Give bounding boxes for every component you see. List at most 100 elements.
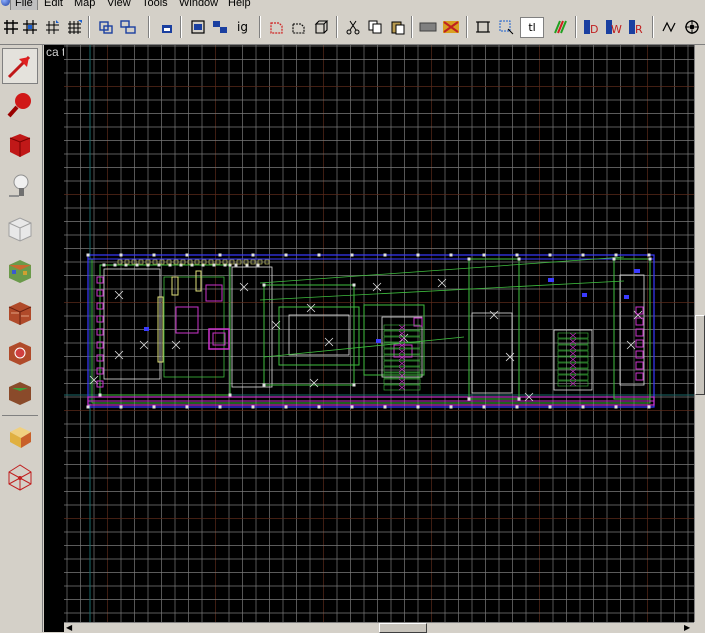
run-icon[interactable]: W (604, 17, 623, 36)
compile-icon[interactable] (551, 17, 570, 36)
menu-tools[interactable]: Tools (138, 0, 172, 10)
vertex-handle (228, 393, 232, 397)
cut-icon[interactable] (343, 17, 362, 36)
vertex-handle (449, 405, 453, 409)
vertex-handle (152, 405, 156, 409)
tool-palette (0, 45, 43, 632)
toolbar-separator (148, 16, 150, 38)
prop-box (635, 339, 644, 348)
stair-brushes (383, 324, 589, 391)
group-icon[interactable] (118, 17, 137, 36)
vertex-tool-icon[interactable] (2, 419, 38, 455)
menu-file[interactable]: File (10, 0, 38, 10)
vertex-handle (218, 405, 222, 409)
vertical-scroll-thumb[interactable] (695, 315, 705, 395)
toolbar-separator (575, 16, 577, 38)
main-toolbar: ig tl D W R (0, 10, 705, 45)
vertex-handle (185, 405, 189, 409)
brush-center-mark (489, 310, 499, 320)
prop-box (635, 361, 644, 370)
copy-icon[interactable] (365, 17, 384, 36)
toolbar-separator (180, 16, 182, 38)
grid-3d-icon[interactable] (20, 17, 39, 36)
menu-bar: File Edit Map View Tools Window Help (0, 0, 705, 10)
ignore-groups-icon[interactable]: ig (233, 17, 252, 36)
map-brushes (87, 254, 655, 408)
svg-text:D: D (590, 23, 598, 35)
texture-app-tool-icon[interactable] (2, 253, 38, 289)
vertex-handle (86, 253, 90, 257)
block-tool-icon[interactable] (2, 211, 38, 247)
magnify-tool-icon[interactable] (2, 87, 38, 123)
settings-icon[interactable] (682, 17, 701, 36)
texture-app-icon[interactable] (441, 17, 460, 36)
toggle-bounds-icon[interactable] (473, 17, 492, 36)
vertex-handle (449, 253, 453, 257)
selection-icon[interactable] (311, 17, 330, 36)
text-icon[interactable]: tl (520, 17, 544, 38)
menu-edit[interactable]: Edit (40, 0, 67, 10)
stair-mark (398, 336, 406, 343)
toolbar-separator (259, 16, 261, 38)
selection-tool-icon[interactable] (2, 48, 38, 84)
hide-icon[interactable] (266, 17, 285, 36)
menu-map[interactable]: Map (70, 0, 99, 10)
grid-toggle-icon[interactable] (1, 17, 20, 36)
clipping-tool-icon[interactable] (2, 375, 38, 411)
vertex-handle (383, 253, 387, 257)
texture-bar-icon[interactable] (418, 17, 437, 36)
vertex-handle (352, 383, 356, 387)
prop-column (96, 276, 644, 388)
camera-tool-icon[interactable] (2, 127, 38, 163)
vertex-handle (218, 253, 222, 257)
entity-tool-icon[interactable] (2, 169, 38, 205)
toolbar-separator (466, 16, 468, 38)
path-tool-icon[interactable] (2, 459, 38, 495)
brush-center-marks (89, 278, 643, 402)
stair-mark (398, 330, 406, 337)
paste-icon[interactable] (388, 17, 407, 36)
vertex-handle (517, 397, 521, 401)
vertex-handle (119, 405, 123, 409)
vertex-handle (647, 253, 651, 257)
entity-icon[interactable] (188, 17, 207, 36)
toolbar-separator (411, 16, 413, 38)
menu-window[interactable]: Window (175, 0, 222, 10)
horizontal-scrollbar[interactable]: ◀ ▶ (64, 622, 694, 633)
stair-mark (398, 366, 406, 373)
vertex-handle (517, 257, 521, 261)
go-icon[interactable]: R (627, 17, 646, 36)
vertex-handle (251, 405, 255, 409)
vertex-handle (185, 253, 189, 257)
stair-mark (569, 362, 577, 369)
vertex-handle (284, 253, 288, 257)
toolbar-separator (88, 16, 90, 38)
menu-help[interactable]: Help (224, 0, 255, 10)
tool-separator (2, 415, 38, 416)
vertical-scrollbar[interactable] (694, 45, 705, 622)
menu-view[interactable]: View (103, 0, 135, 10)
texture-lock-icon[interactable] (157, 17, 176, 36)
stair-mark (569, 356, 577, 363)
map-viewport-2d[interactable] (64, 45, 694, 622)
vertex-handle (467, 257, 471, 261)
brush-center-mark (239, 282, 249, 292)
vertex-handle (119, 253, 123, 257)
select-region-icon[interactable] (496, 17, 515, 36)
stair-mark (569, 332, 577, 339)
overlay-tool-icon[interactable] (2, 335, 38, 371)
doc-icon[interactable]: D (582, 17, 601, 36)
grid-smaller-icon[interactable] (42, 17, 61, 36)
grid-larger-icon[interactable] (64, 17, 83, 36)
brush-center-mark (114, 350, 124, 360)
vertex-handle (262, 383, 266, 387)
vertex-handle (482, 405, 486, 409)
vertex-handle (648, 257, 652, 261)
apply-decal-tool-icon[interactable] (2, 295, 38, 331)
vertex-handle (317, 405, 321, 409)
anim-icon[interactable] (659, 17, 678, 36)
show-icon[interactable] (288, 17, 307, 36)
carve-icon[interactable] (96, 17, 115, 36)
ungroup-icon[interactable] (210, 17, 229, 36)
svg-text:R: R (635, 23, 643, 35)
